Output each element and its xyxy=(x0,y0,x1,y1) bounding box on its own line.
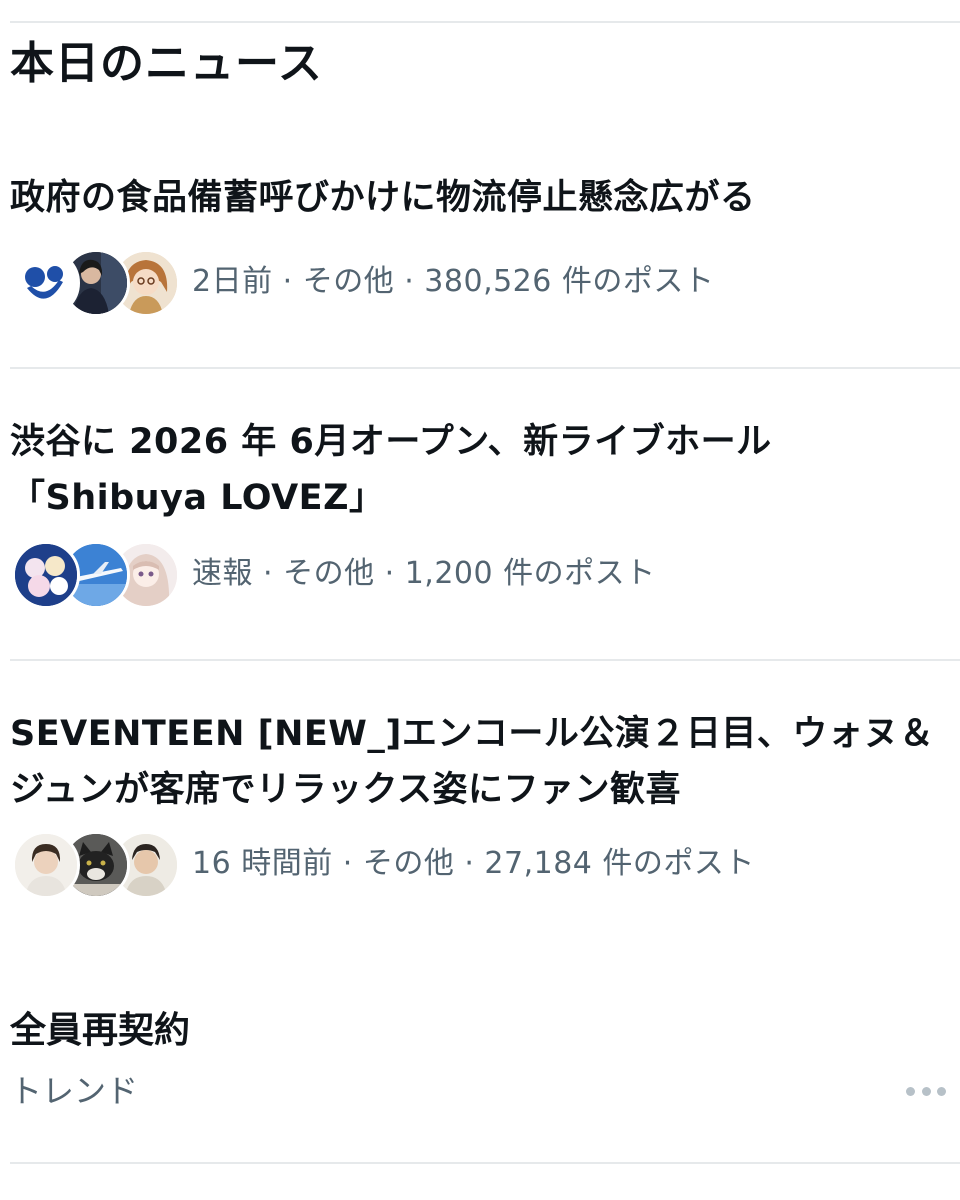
trend-name: 全員再契約 xyxy=(10,1010,191,1051)
news-meta-row: 速報 · その他 · 1,200 件のポスト xyxy=(12,538,656,610)
divider xyxy=(10,367,960,369)
news-headline: 政府の食品備蓄呼びかけに物流停止懸念広がる xyxy=(10,178,756,218)
divider xyxy=(10,659,960,661)
bottom-divider xyxy=(10,1162,960,1164)
more-horizontal-icon[interactable] xyxy=(906,1073,946,1109)
news-item[interactable]: 渋谷に 2026 年 6月オープン、新ライブホール「Shibuya LOVEZ」 xyxy=(0,414,960,659)
top-divider xyxy=(10,21,960,23)
avatar-stack xyxy=(12,246,180,318)
sweets-photo-avatar xyxy=(12,541,80,609)
trend-item[interactable]: 全員再契約 トレンド xyxy=(0,995,960,1145)
news-headline: 渋谷に 2026 年 6月オープン、新ライブホール「Shibuya LOVEZ」 xyxy=(10,422,772,518)
news-meta: 2日前 · その他 · 380,526 件のポスト xyxy=(192,264,715,299)
dot xyxy=(921,1086,931,1096)
news-meta: 16 時間前 · その他 · 27,184 件のポスト xyxy=(192,846,755,881)
dot xyxy=(937,1086,946,1096)
news-meta: 速報 · その他 · 1,200 件のポスト xyxy=(192,556,656,591)
news-item[interactable]: 政府の食品備蓄呼びかけに物流停止懸念広がる 2日前 · その他 · 380,52… xyxy=(0,170,960,368)
organization-logo-avatar xyxy=(12,249,80,317)
news-headline: SEVENTEEN [NEW_]エンコール公演２日目、ウォヌ＆ジュンが客席でリラ… xyxy=(10,714,935,810)
news-item[interactable]: SEVENTEEN [NEW_]エンコール公演２日目、ウォヌ＆ジュンが客席でリラ… xyxy=(0,706,960,906)
person-photo-avatar xyxy=(12,831,80,899)
news-meta-row: 16 時間前 · その他 · 27,184 件のポスト xyxy=(12,828,755,900)
section-title: 本日のニュース xyxy=(10,38,323,89)
news-meta-row: 2日前 · その他 · 380,526 件のポスト xyxy=(12,246,714,318)
avatar-stack xyxy=(12,828,180,900)
avatar-stack xyxy=(12,538,180,610)
trend-category: トレンド xyxy=(10,1072,139,1110)
dot xyxy=(906,1086,915,1096)
